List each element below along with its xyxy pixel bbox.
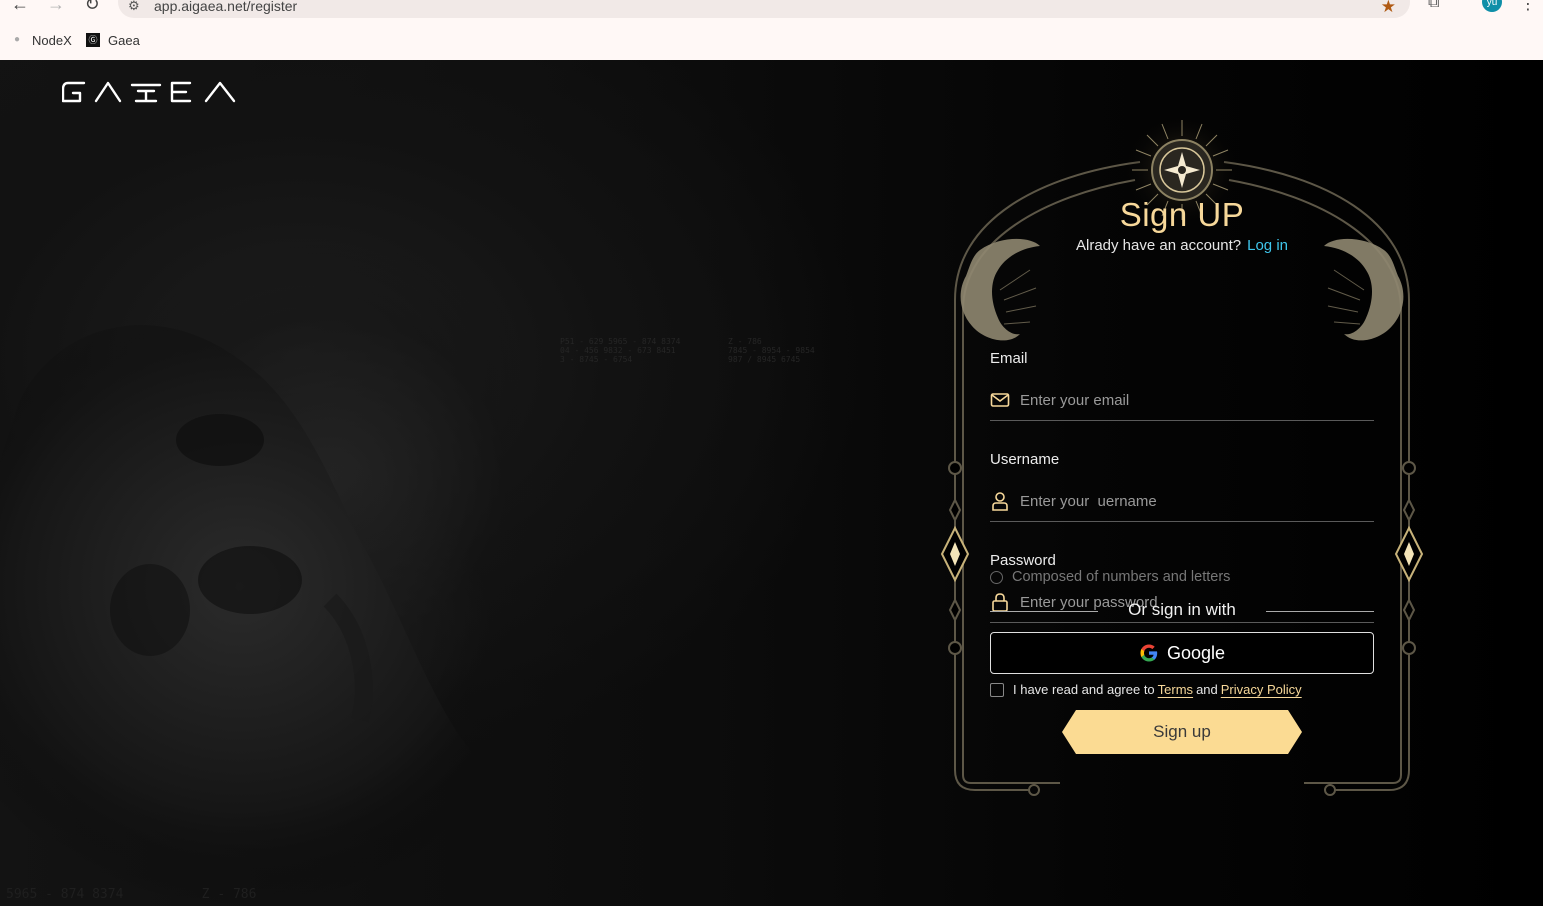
sign-up-button[interactable]: Sign up: [1062, 710, 1302, 754]
login-prompt: Alrady have an account? Log in: [1040, 237, 1324, 254]
sign-up-button-label: Sign up: [1153, 722, 1211, 741]
username-field-row: [990, 481, 1374, 522]
or-sign-in-with-text: Or sign in with: [1128, 600, 1236, 619]
google-button-label: Google: [1166, 642, 1226, 663]
email-field-row: [990, 380, 1374, 421]
user-icon: [992, 492, 1008, 511]
username-input[interactable]: [1020, 492, 1374, 510]
back-arrow-icon[interactable]: ←: [8, 0, 32, 16]
password-hint: Composed of numbers and letters: [990, 569, 1230, 585]
site-settings-icon[interactable]: ⚙: [128, 0, 140, 14]
privacy-policy-link[interactable]: Privacy Policy: [1221, 682, 1302, 697]
profile-avatar[interactable]: yu: [1482, 0, 1502, 12]
extensions-icon[interactable]: ⧉: [1428, 0, 1448, 12]
password-hint-text: Composed of numbers and letters: [1012, 569, 1231, 585]
login-link[interactable]: Log in: [1247, 237, 1288, 254]
email-input[interactable]: [1020, 391, 1374, 409]
password-label: Password: [990, 552, 1056, 569]
hint-radio-icon: [990, 570, 1003, 584]
divider-right: [1266, 611, 1374, 612]
lock-icon: [992, 593, 1008, 612]
have-account-text: Alrady have an account?: [1076, 237, 1242, 254]
google-icon: [1140, 644, 1158, 662]
email-label: Email: [990, 350, 1028, 367]
mail-icon: [990, 393, 1010, 407]
background-code-text: Z - 786 7845 - 8954 - 9854 987 / 8945 67…: [728, 337, 815, 364]
bookmark-label: Gaea: [108, 32, 140, 48]
username-label: Username: [990, 451, 1060, 468]
reload-icon[interactable]: ↻: [80, 0, 104, 16]
terms-link[interactable]: Terms: [1158, 682, 1193, 697]
page-title: Sign UP: [1119, 196, 1245, 233]
background-code-text: P51 - 629 5965 - 874 8374 04 - 456 9832 …: [560, 337, 681, 364]
address-bar[interactable]: ⚙ app.aigaea.net/register ★: [118, 0, 1410, 18]
divider-left: [990, 611, 1098, 612]
gaea-logo: [62, 81, 236, 103]
browser-menu-icon[interactable]: ⋮: [1520, 0, 1536, 14]
paw-icon: ●: [13, 34, 21, 45]
bookmark-label: NodeX: [32, 32, 72, 48]
terms-agreement: I have read and agree to Terms and Priva…: [990, 682, 1305, 697]
bookmark-gaea[interactable]: Ⓖ Gaea: [86, 30, 140, 50]
agree-text: I have read and agree to: [1013, 682, 1155, 697]
forward-arrow-icon[interactable]: →: [44, 0, 68, 16]
statue-background-image: [0, 325, 600, 906]
url-text[interactable]: app.aigaea.net/register: [154, 0, 297, 14]
agree-checkbox[interactable]: [990, 682, 1004, 697]
browser-chrome: ← → ↻ ⚙ app.aigaea.net/register ★ ⧉ yu ⋮…: [0, 0, 1543, 61]
bookmark-star-icon[interactable]: ★: [1381, 0, 1396, 17]
background-code-text: 5965 - 874 8374 Z - 786: [6, 887, 257, 902]
google-sign-in-button[interactable]: Google: [990, 632, 1374, 674]
gaea-favicon: Ⓖ: [86, 33, 100, 47]
agree-and-text: and: [1196, 682, 1218, 697]
bookmarks-bar: ● NodeX Ⓖ Gaea: [0, 28, 400, 52]
bookmark-nodex[interactable]: ● NodeX: [10, 30, 72, 50]
